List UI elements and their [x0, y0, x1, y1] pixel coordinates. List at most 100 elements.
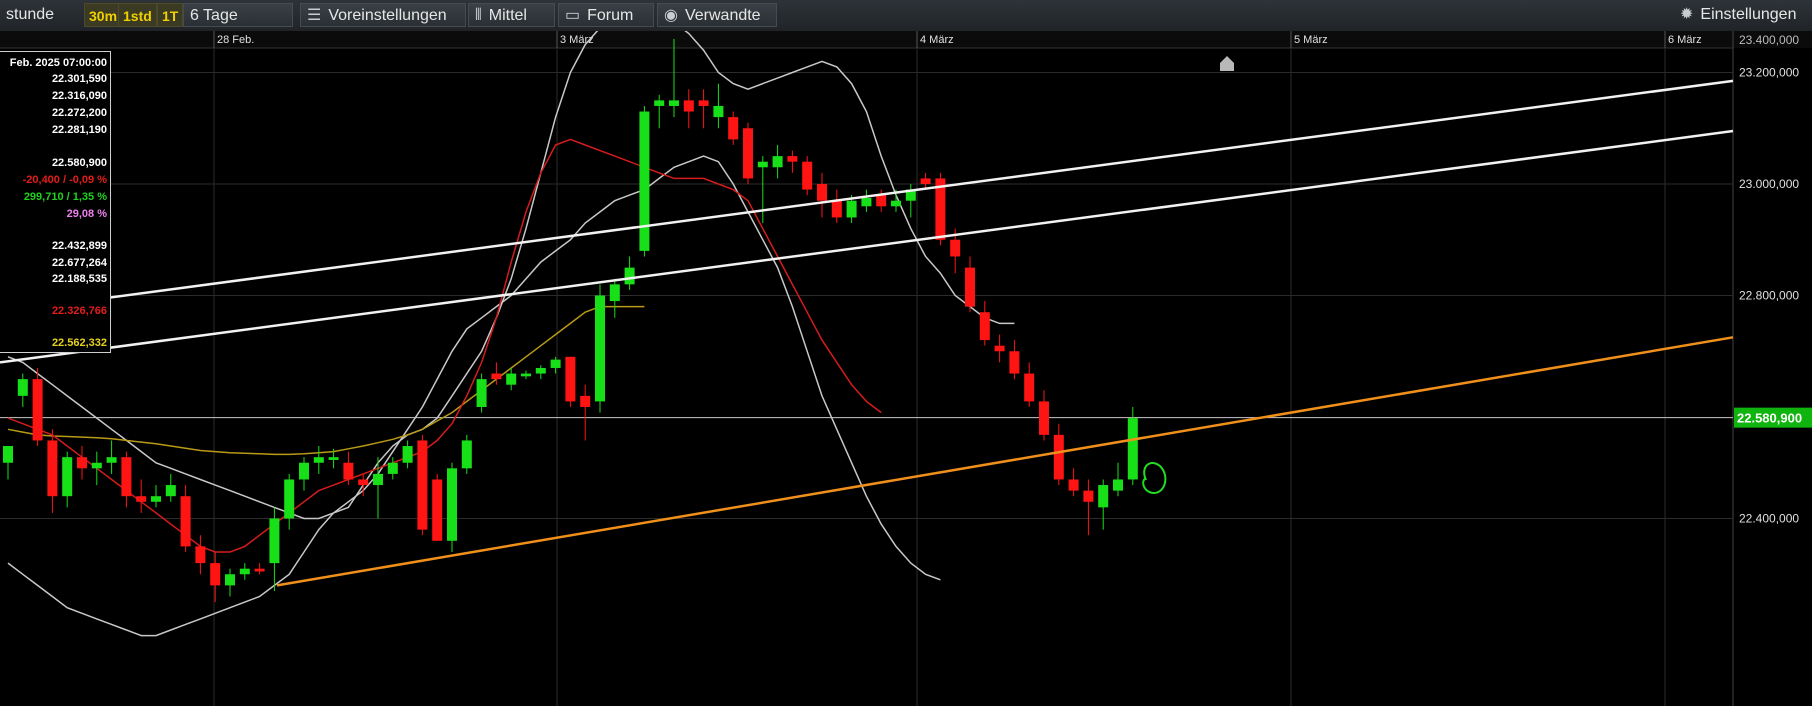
candle-body	[1024, 373, 1035, 402]
candle-body	[313, 457, 324, 463]
chart-background	[0, 31, 1812, 706]
toolbar: stunde 30m 1std 1T 6 Tage ☰ Voreinstellun…	[0, 0, 1812, 32]
candle-body	[239, 568, 250, 575]
candle-body	[447, 468, 457, 541]
speech-bubble-icon: ▭	[565, 7, 581, 24]
candle-body	[328, 457, 339, 460]
candle-body	[476, 379, 487, 407]
presets-button[interactable]: ☰ Voreinstellungen	[300, 3, 466, 27]
last-price-label: 22.580,900	[1737, 411, 1802, 426]
candle-body	[550, 359, 561, 368]
candle-body	[609, 284, 620, 302]
candle-body	[373, 473, 383, 486]
candle-body	[387, 462, 398, 474]
average-button[interactable]: ⫴ Mittel	[468, 3, 555, 27]
info-ma-yellow: 22.562,332	[51, 337, 107, 349]
candle-body	[210, 563, 221, 586]
sliders-icon: ☰	[307, 7, 322, 24]
candle-body	[654, 100, 665, 106]
candle-body	[1083, 490, 1094, 502]
forum-label: Forum	[587, 7, 634, 24]
candle-body	[17, 379, 28, 396]
settings-label: Einstellungen	[1700, 6, 1797, 23]
candle-body	[831, 200, 842, 218]
date-label: 4 März	[920, 34, 954, 46]
info-bb-mid: 22.432,899	[51, 240, 107, 252]
candle-body	[77, 457, 87, 469]
gear-icon: ✹	[1680, 6, 1694, 23]
candle-body	[1039, 401, 1049, 435]
price-tick-label: 23.200,000	[1739, 66, 1799, 80]
candle-body	[728, 117, 739, 140]
candle-body	[358, 479, 369, 486]
date-label: 28 Feb.	[217, 34, 254, 46]
eye-icon: ◉	[664, 7, 678, 24]
candle-body	[713, 105, 724, 118]
candle-body	[683, 100, 694, 112]
candle-body	[521, 373, 531, 377]
interval-1t-button[interactable]: 1T	[157, 3, 184, 27]
candle-body	[1113, 479, 1123, 491]
related-button[interactable]: ◉ Verwandte	[657, 3, 777, 27]
candle-body	[32, 379, 43, 441]
candle-body	[254, 568, 265, 572]
candle-body	[151, 496, 161, 502]
range-select[interactable]: 6 Tage	[183, 3, 293, 27]
candle-body	[698, 100, 709, 106]
candle-body	[165, 485, 176, 497]
price-tick-label-top: 23.400,000	[1739, 33, 1799, 47]
candle-body	[817, 184, 827, 201]
info-ma-red: 22.326,766	[51, 305, 107, 317]
candle-body	[1127, 418, 1138, 480]
candle-body	[299, 462, 309, 480]
info-range-change: 299,710 / 1,35 %	[23, 191, 107, 203]
candle-body	[136, 496, 147, 502]
candle-body	[772, 156, 783, 168]
candle-body	[402, 446, 413, 463]
related-label: Verwandte	[684, 7, 761, 24]
candle-body	[3, 446, 13, 463]
candle-body	[269, 518, 280, 564]
candlestick-icon: ⫴	[475, 7, 482, 24]
price-chart[interactable]: 28 Feb. 3 März 4 März 5 März 6 März23.200,00…	[0, 31, 1812, 706]
candle-body	[491, 373, 502, 380]
candle-body	[284, 479, 295, 519]
candle-body	[861, 197, 872, 207]
info-change: -20,400 / -0,09 %	[22, 174, 107, 186]
candle-body	[1053, 434, 1064, 480]
interval-label: stunde	[6, 6, 55, 23]
candle-body	[461, 440, 472, 469]
candle-body	[580, 395, 591, 407]
candle-body	[787, 156, 798, 162]
candle-body	[432, 479, 443, 541]
settings-button[interactable]: ✹ Einstellungen	[1674, 3, 1802, 27]
candle-body	[121, 457, 132, 497]
info-volatility: 29,08 %	[66, 208, 107, 220]
candle-body	[891, 200, 901, 207]
candle-body	[920, 178, 931, 184]
info-date: Feb. 2025 07:00:00	[9, 57, 107, 69]
candle-body	[624, 267, 635, 285]
date-axis-band	[0, 31, 1812, 48]
candle-body	[180, 496, 191, 547]
candle-body	[757, 161, 768, 168]
info-high: 22.316,090	[51, 90, 107, 102]
info-box: Feb. 2025 07:00:00 22.301,590 22.316,090…	[0, 51, 111, 353]
interval-30m-button[interactable]: 30m	[84, 3, 123, 27]
candle-body	[994, 345, 1005, 352]
candle-body	[979, 312, 990, 341]
date-label: 5 März	[1294, 34, 1328, 46]
info-close: 22.281,190	[51, 124, 107, 136]
info-last: 22.580,900	[51, 157, 107, 169]
candle-body	[195, 546, 206, 564]
candle-body	[47, 440, 58, 497]
candle-body	[91, 462, 102, 469]
candle-body	[669, 100, 679, 106]
candle-body	[950, 239, 961, 257]
candle-body	[565, 356, 576, 402]
forum-button[interactable]: ▭ Forum	[558, 3, 654, 27]
candle-body	[506, 373, 517, 385]
candle-body	[639, 111, 650, 251]
interval-1std-button[interactable]: 1std	[118, 3, 157, 27]
range-label: 6 Tage	[190, 7, 238, 24]
